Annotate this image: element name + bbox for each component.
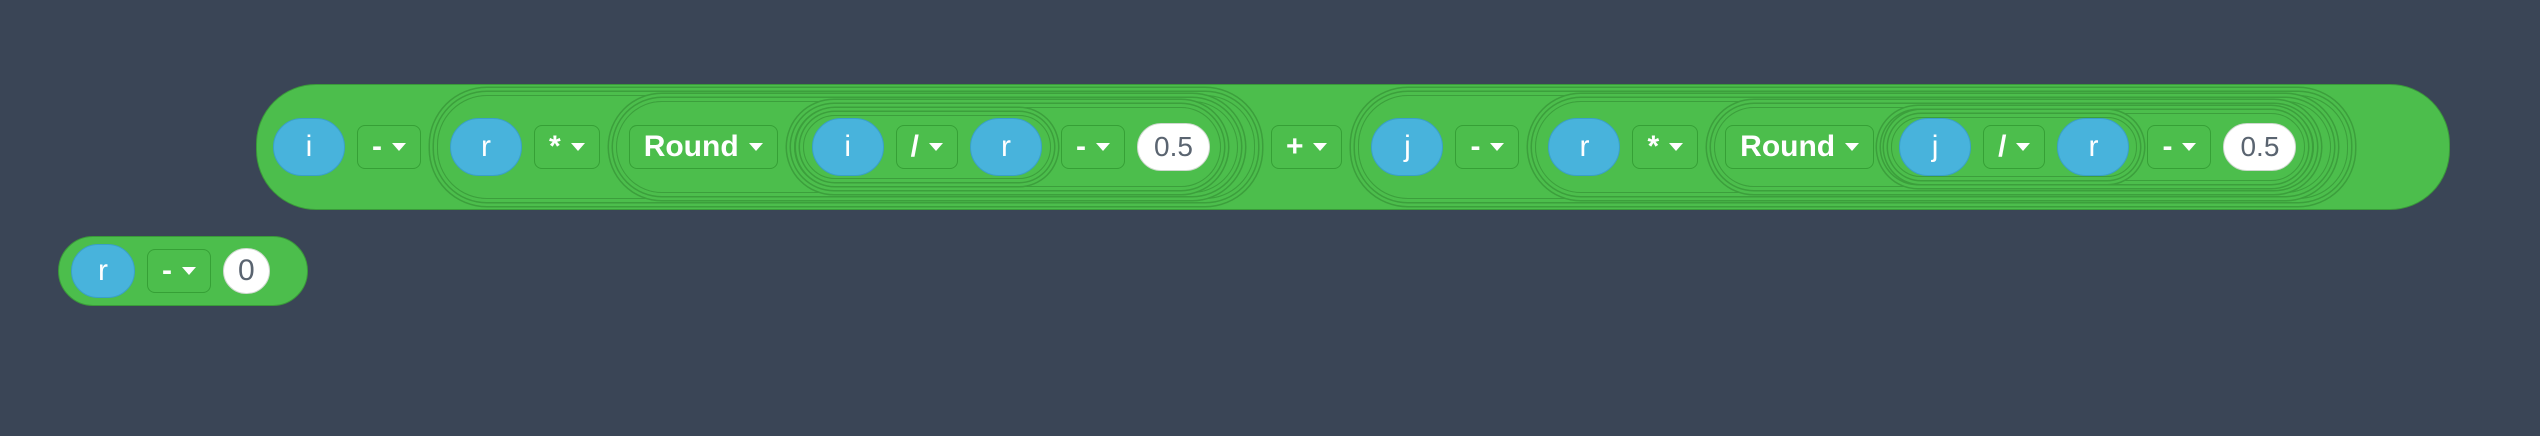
number-input[interactable]: 0.5 (1137, 123, 1210, 171)
round-label: Round (643, 130, 739, 163)
subtract-group[interactable]: j / r - 0.5 (1884, 113, 2306, 181)
var-r-reporter[interactable]: r (450, 118, 522, 176)
op-multiply-dropdown[interactable]: * (1632, 125, 1699, 169)
op-minus-dropdown[interactable]: - (357, 125, 421, 169)
var-r-reporter[interactable]: r (71, 244, 135, 298)
round-dropdown[interactable]: Round (628, 125, 778, 169)
round-group[interactable]: Round i / r - 0.5 (615, 101, 1238, 193)
op-minus-dropdown[interactable]: - (147, 249, 211, 293)
var-i-reporter[interactable]: i (811, 118, 884, 176)
multiply-group[interactable]: r * Round j / r - 0.5 (1535, 101, 2332, 193)
divide-group[interactable]: i / r (802, 115, 1051, 179)
op-label: * (1647, 130, 1660, 163)
expression-block[interactable]: i - r * Round i / r - 0.5 + j - r * Roun… (256, 84, 2450, 210)
op-label: / (910, 130, 919, 163)
var-r-reporter[interactable]: r (1548, 118, 1621, 176)
number-value: 0.5 (1154, 131, 1193, 162)
number-value: 0 (238, 254, 255, 287)
var-r-reporter[interactable]: r (970, 118, 1042, 176)
dropdown-arrow-icon (748, 143, 763, 151)
var-j-reporter[interactable]: j (1899, 118, 1972, 176)
divide-group[interactable]: j / r (1891, 117, 2138, 177)
dropdown-arrow-icon (2182, 143, 2197, 151)
var-r-label: r (1579, 130, 1590, 163)
op-label: / (1998, 130, 2007, 163)
dropdown-arrow-icon (1490, 143, 1505, 151)
small-expression-block[interactable]: r - 0 (58, 236, 308, 306)
var-j-reporter[interactable]: j (1371, 118, 1444, 176)
var-r-label: r (2088, 130, 2099, 163)
var-r-label: r (481, 130, 491, 163)
dropdown-arrow-icon (182, 267, 196, 275)
op-minus-dropdown[interactable]: - (2147, 125, 2212, 169)
dropdown-arrow-icon (2016, 143, 2031, 151)
var-i-reporter[interactable]: i (273, 118, 345, 176)
round-label: Round (1740, 130, 1836, 163)
op-plus-dropdown[interactable]: + (1270, 125, 1343, 169)
round-group[interactable]: Round j / r - 0.5 (1714, 107, 2315, 187)
op-label: * (549, 130, 561, 163)
op-minus-dropdown[interactable]: - (1061, 125, 1125, 169)
dropdown-arrow-icon (392, 143, 406, 151)
multiply-group[interactable]: r * Round i / r - 0.5 (437, 95, 1255, 199)
op-minus-dropdown[interactable]: - (1455, 125, 1520, 169)
dropdown-arrow-icon (929, 143, 943, 151)
op-divide-dropdown[interactable]: / (1983, 125, 2046, 169)
op-label: + (1285, 130, 1304, 163)
op-label: - (2162, 130, 2173, 163)
j-subtract-group[interactable]: j - r * Round j / r - 0.5 (1358, 95, 2349, 199)
op-multiply-dropdown[interactable]: * (534, 125, 600, 169)
dropdown-arrow-icon (1845, 143, 1860, 151)
round-dropdown[interactable]: Round (1725, 125, 1875, 169)
var-r-label: r (1001, 130, 1011, 163)
var-j-label: j (1931, 130, 1939, 163)
op-divide-dropdown[interactable]: / (895, 125, 958, 169)
dropdown-arrow-icon (1313, 143, 1328, 151)
dropdown-arrow-icon (1669, 143, 1684, 151)
dropdown-arrow-icon (1096, 143, 1110, 151)
number-value: 0.5 (2240, 131, 2280, 162)
op-label: - (372, 130, 382, 163)
var-i-label: i (844, 130, 851, 163)
var-r-label: r (98, 254, 108, 287)
op-label: - (162, 254, 172, 287)
var-j-label: j (1404, 130, 1411, 163)
var-r-reporter[interactable]: r (2057, 118, 2130, 176)
op-label: - (1076, 130, 1086, 163)
op-label: - (1470, 130, 1481, 163)
subtract-group[interactable]: i / r - 0.5 (793, 107, 1221, 187)
dropdown-arrow-icon (570, 143, 585, 151)
number-input[interactable]: 0.5 (2223, 123, 2297, 171)
var-i-label: i (305, 130, 313, 163)
number-input[interactable]: 0 (223, 248, 270, 294)
